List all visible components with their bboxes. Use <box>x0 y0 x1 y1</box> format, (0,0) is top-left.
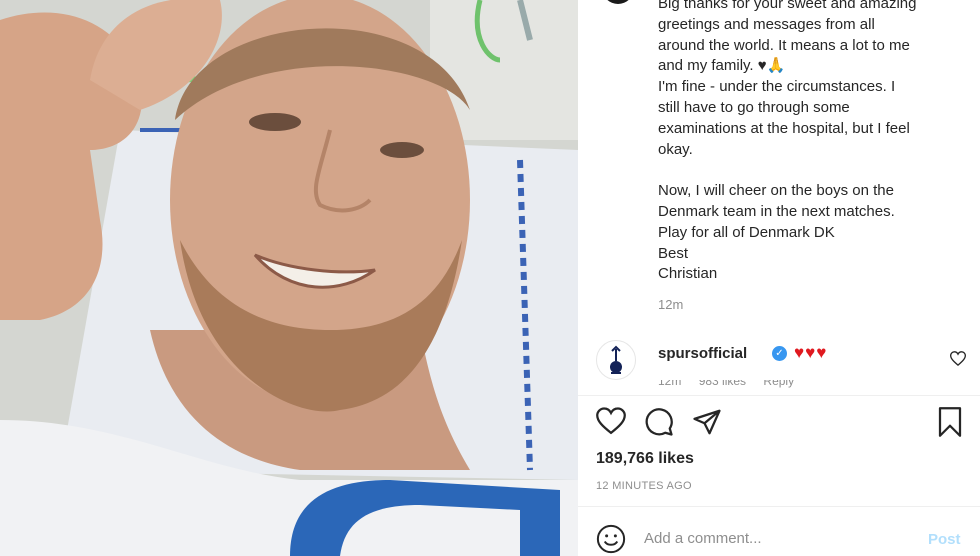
author-avatar[interactable] <box>602 0 634 4</box>
caption-line: okay. <box>658 140 693 158</box>
commenter-username[interactable]: spursofficial <box>658 345 747 362</box>
comment-reply-button[interactable]: Reply <box>763 380 794 388</box>
smiley-icon[interactable] <box>596 524 626 556</box>
caption-line: Best <box>658 244 689 262</box>
caption-line: and my family. ♥🙏 <box>658 57 786 75</box>
caption-line: Denmark team in the next matches. <box>658 202 895 220</box>
heart-icon[interactable] <box>596 407 626 440</box>
cockerel-logo-icon <box>610 345 622 374</box>
post-photo[interactable] <box>0 0 578 556</box>
divider <box>578 506 980 507</box>
caption-line: still have to go through some <box>658 98 850 116</box>
caption-line: greetings and messages from all <box>658 15 875 33</box>
comment-time[interactable]: 12m <box>658 380 681 388</box>
commenter-avatar[interactable] <box>596 340 636 380</box>
comment-item: spursofficial ✓ ♥♥♥ <box>596 340 972 384</box>
post-details-panel: Big thanks for your sweet and amazing gr… <box>578 0 980 556</box>
caption-line: Now, I will cheer on the boys on the <box>658 182 894 200</box>
caption-blank-line <box>658 160 968 181</box>
caption-line: around the world. It means a lot to me <box>658 36 910 54</box>
comment-input[interactable] <box>644 530 904 547</box>
divider <box>578 395 980 396</box>
comment-likes[interactable]: 983 likes <box>699 380 746 388</box>
post-comment-button[interactable]: Post <box>928 531 961 548</box>
comment-form: Post <box>596 522 968 556</box>
caption-line: I'm fine - under the circumstances. I <box>658 78 896 96</box>
caption-line: Christian <box>658 265 718 283</box>
comment-icon[interactable] <box>644 407 674 442</box>
verified-badge-icon: ✓ <box>772 346 787 361</box>
caption-time-ago[interactable]: 12m <box>658 297 683 312</box>
selfie-image <box>0 0 578 556</box>
caption-line: Play for all of Denmark DK <box>658 223 835 241</box>
caption-line: Big thanks for your sweet and amazing <box>658 0 917 12</box>
bookmark-icon[interactable] <box>936 407 964 442</box>
comment-meta: 12m 983 likes Reply <box>658 380 858 392</box>
comment-text: ♥♥♥ <box>794 343 828 362</box>
posted-timestamp[interactable]: 12 MINUTES AGO <box>596 480 692 492</box>
post-caption: Big thanks for your sweet and amazing gr… <box>658 0 968 285</box>
caption-line: examinations at the hospital, but I feel <box>658 119 910 137</box>
paper-plane-icon[interactable] <box>692 407 722 442</box>
likes-count[interactable]: 189,766 likes <box>596 450 694 468</box>
small-heart-icon[interactable] <box>949 351 967 371</box>
action-bar <box>596 407 968 441</box>
